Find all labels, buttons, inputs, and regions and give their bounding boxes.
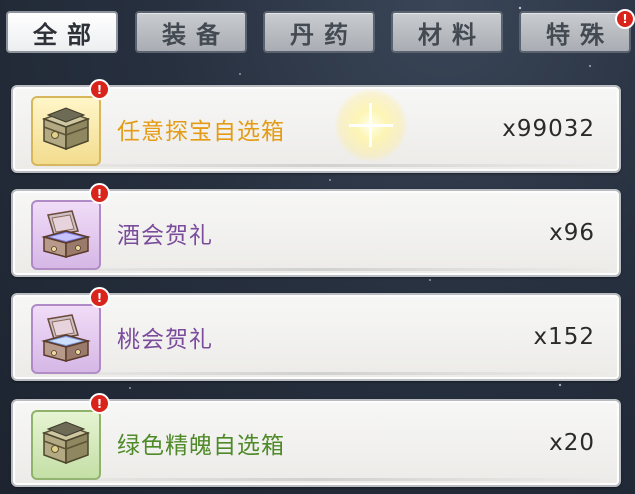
tab-equipment-label: 装备 [162,20,230,49]
item-count: x20 [549,430,595,456]
open-gift-box-icon [41,314,91,362]
tab-materials-label: 材料 [418,20,486,49]
tab-special-label: 特殊 [546,20,614,49]
tab-pills[interactable]: 丹药 [263,11,375,53]
notification-badge: ! [615,9,635,29]
tab-equipment[interactable]: 装备 [135,11,247,53]
open-gift-box-icon [41,210,91,258]
notification-badge: ! [89,183,110,204]
golden-chest-icon [41,107,91,151]
notification-badge: ! [89,287,110,308]
item-name: 任意探宝自选箱 [117,119,285,145]
item-name: 桃会贺礼 [117,327,213,353]
category-tabs: 全部 装备 丹药 材料 特殊 ! [6,9,635,55]
tab-pills-label: 丹药 [290,20,358,49]
item-icon-frame [31,96,101,166]
item-icon-frame [31,304,101,374]
tab-all-label: 全部 [33,20,101,49]
tab-materials[interactable]: 材料 [391,11,503,53]
item-count: x152 [533,324,595,350]
item-icon-frame [31,200,101,270]
list-item[interactable]: ! 绿色精魄自选箱 x20 [11,393,621,487]
list-item[interactable]: ! 酒会贺礼 x96 [11,183,621,277]
item-icon-frame [31,410,101,480]
list-item[interactable]: ! 桃会贺礼 x152 [11,287,621,381]
item-name: 绿色精魄自选箱 [117,433,285,459]
item-name: 酒会贺礼 [117,223,213,249]
notification-badge: ! [89,79,110,100]
tab-special[interactable]: 特殊 ! [519,9,635,53]
list-item[interactable]: ! 任意探宝自选箱 x99032 [11,79,621,173]
item-count: x99032 [502,116,595,142]
sparkle-glow-effect [335,89,407,161]
tab-all[interactable]: 全部 [6,11,118,53]
golden-chest-icon [41,421,91,465]
item-count: x96 [549,220,595,246]
notification-badge: ! [89,393,110,414]
